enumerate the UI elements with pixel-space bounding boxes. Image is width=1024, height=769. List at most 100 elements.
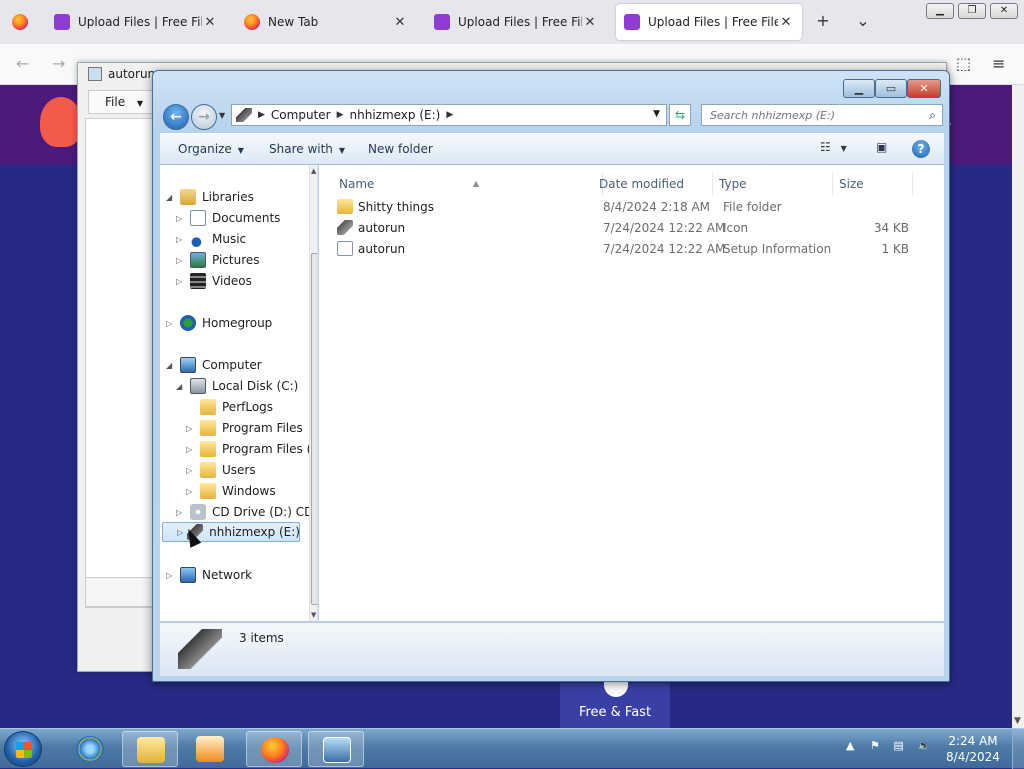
- collapsed-triangle-icon[interactable]: ▷: [186, 487, 196, 496]
- list-tabs-button[interactable]: ⌄: [852, 10, 874, 32]
- refresh-button[interactable]: ⇆: [669, 104, 691, 126]
- forward-arrow-icon[interactable]: →: [52, 54, 65, 73]
- back-button[interactable]: ←: [163, 104, 189, 130]
- chevron-right-icon[interactable]: ▶: [337, 110, 344, 120]
- help-button[interactable]: ?: [912, 140, 930, 158]
- expanded-triangle-icon[interactable]: ◢: [166, 361, 176, 370]
- dialog-filename-field[interactable]: [85, 577, 155, 607]
- upload-site-favicon-icon: [54, 14, 70, 30]
- expanded-triangle-icon[interactable]: ◢: [166, 193, 176, 202]
- file-row[interactable]: autorun 7/24/2024 12:22 AM Setup Informa…: [333, 239, 933, 259]
- preview-pane-button[interactable]: ▣: [876, 140, 887, 160]
- nav-item-music[interactable]: ▷ Music: [176, 229, 246, 249]
- action-center-flag-icon[interactable]: ⚑: [870, 739, 880, 752]
- breadcrumb-computer[interactable]: Computer: [271, 108, 331, 122]
- taskbar-firefox[interactable]: [246, 731, 302, 767]
- scroll-down-arrow-icon[interactable]: ▼: [1014, 716, 1021, 726]
- taskbar-internet-explorer[interactable]: [62, 731, 118, 767]
- collapsed-triangle-icon[interactable]: ▷: [186, 424, 196, 433]
- nav-item-pictures[interactable]: ▷ Pictures: [176, 250, 260, 270]
- close-tab-icon[interactable]: ✕: [202, 15, 218, 30]
- nav-item-documents[interactable]: ▷ Documents: [176, 208, 280, 228]
- expanded-triangle-icon[interactable]: ◢: [176, 382, 186, 391]
- close-tab-icon[interactable]: ✕: [392, 15, 408, 30]
- network-status-icon[interactable]: ▤: [893, 739, 903, 752]
- scroll-up-arrow-icon[interactable]: ▲: [311, 167, 316, 175]
- collapsed-triangle-icon[interactable]: ▷: [176, 508, 186, 517]
- nav-item-local-disk[interactable]: ◢ Local Disk (C:): [176, 376, 298, 396]
- file-date: 7/24/2024 12:22 AM: [603, 221, 726, 235]
- explorer-maximize-button[interactable]: ▭: [875, 79, 907, 98]
- nav-item-users[interactable]: ▷ Users: [186, 460, 256, 480]
- nav-item-program-files-x86[interactable]: ▷ Program Files (: [186, 439, 311, 459]
- new-folder-button[interactable]: New folder: [368, 142, 433, 156]
- scroll-down-arrow-icon[interactable]: ▼: [311, 611, 316, 619]
- address-bar[interactable]: ▶ Computer ▶ nhhizmexp (E:) ▶ ▼: [231, 104, 667, 126]
- collapsed-triangle-icon[interactable]: ▷: [166, 571, 176, 580]
- nav-item-computer[interactable]: ◢ Computer: [166, 355, 262, 375]
- nav-item-perflogs[interactable]: PerfLogs: [186, 397, 273, 417]
- page-scrollbar[interactable]: ▼: [1012, 85, 1024, 728]
- search-input[interactable]: [708, 105, 918, 125]
- close-tab-icon[interactable]: ✕: [582, 15, 598, 30]
- nav-item-network[interactable]: ▷ Network: [166, 565, 252, 585]
- collapsed-triangle-icon[interactable]: ▷: [176, 277, 186, 286]
- change-view-button[interactable]: ☷ ▼: [820, 140, 847, 160]
- recent-pages-dropdown-icon[interactable]: ▼: [219, 111, 225, 120]
- new-tab-button[interactable]: +: [812, 10, 834, 32]
- browser-tab[interactable]: New Tab ✕: [236, 4, 416, 40]
- browser-maximize-button[interactable]: ❐: [958, 3, 986, 19]
- collapsed-triangle-icon[interactable]: ▷: [166, 319, 176, 328]
- collapsed-triangle-icon[interactable]: ▷: [176, 235, 186, 244]
- extensions-icon[interactable]: ⬚: [956, 54, 971, 73]
- nav-item-cd-drive[interactable]: ▷ CD Drive (D:) CDR: [176, 502, 317, 522]
- nav-item-homegroup[interactable]: ▷ Homegroup: [166, 313, 272, 333]
- column-header-name[interactable]: Name ▲: [333, 173, 603, 195]
- hamburger-menu-icon[interactable]: ≡: [992, 54, 1005, 73]
- nav-item-program-files[interactable]: ▷ Program Files: [186, 418, 303, 438]
- forward-button[interactable]: →: [191, 104, 217, 130]
- system-clock[interactable]: 2:24 AM 8/4/2024: [940, 733, 1006, 765]
- browser-close-button[interactable]: ✕: [990, 3, 1018, 19]
- browser-minimize-button[interactable]: ▁: [926, 3, 954, 19]
- collapsed-triangle-icon[interactable]: ▷: [186, 445, 196, 454]
- browser-tab-active[interactable]: Upload Files | Free File Up ✕: [616, 4, 802, 40]
- taskbar-media-player[interactable]: [182, 731, 238, 767]
- back-arrow-icon[interactable]: ←: [16, 54, 29, 73]
- nav-pane-scrollbar[interactable]: ▲ ▼: [309, 165, 317, 621]
- share-with-button[interactable]: Share with ▼: [269, 142, 345, 156]
- nav-item-libraries[interactable]: ◢ Libraries: [166, 187, 254, 207]
- nav-item-videos[interactable]: ▷ Videos: [176, 271, 252, 291]
- chevron-right-icon[interactable]: ▶: [258, 110, 265, 120]
- collapsed-triangle-icon[interactable]: ▷: [186, 466, 196, 475]
- volume-muted-icon[interactable]: 🔈: [917, 739, 931, 752]
- search-icon[interactable]: ⌕: [929, 108, 936, 123]
- column-header-size[interactable]: Size: [833, 173, 913, 195]
- address-dropdown-icon[interactable]: ▼: [653, 109, 660, 119]
- taskbar-image-viewer[interactable]: [308, 731, 364, 767]
- file-row[interactable]: Shitty things 8/4/2024 2:18 AM File fold…: [333, 197, 933, 217]
- close-tab-icon[interactable]: ✕: [778, 15, 794, 30]
- show-hidden-icons-icon[interactable]: ▲: [846, 739, 854, 752]
- breadcrumb-drive[interactable]: nhhizmexp (E:): [350, 108, 441, 122]
- homegroup-icon: [180, 315, 196, 331]
- collapsed-triangle-icon[interactable]: ▷: [176, 214, 186, 223]
- file-row[interactable]: autorun 7/24/2024 12:22 AM Icon 34 KB: [333, 218, 933, 238]
- explorer-close-button[interactable]: ✕: [907, 79, 941, 98]
- taskbar-windows-explorer[interactable]: [122, 731, 178, 767]
- site-logo-icon[interactable]: [40, 97, 82, 147]
- organize-button[interactable]: Organize ▼: [178, 142, 244, 156]
- column-header-type[interactable]: Type: [713, 173, 833, 195]
- chevron-right-icon[interactable]: ▶: [446, 110, 453, 120]
- column-header-date-modified[interactable]: Date modified: [593, 173, 713, 195]
- firefox-menu-icon[interactable]: [12, 14, 28, 30]
- start-button[interactable]: [4, 731, 42, 767]
- explorer-minimize-button[interactable]: ▁: [843, 79, 875, 98]
- scrollbar-thumb[interactable]: [311, 253, 317, 605]
- show-desktop-button[interactable]: [1012, 729, 1024, 769]
- file-menu-button[interactable]: File ▼: [88, 90, 158, 114]
- collapsed-triangle-icon[interactable]: ▷: [176, 256, 186, 265]
- browser-tab[interactable]: Upload Files | Free File Up ✕: [46, 4, 226, 40]
- nav-item-windows[interactable]: ▷ Windows: [186, 481, 276, 501]
- browser-tab[interactable]: Upload Files | Free File Up ✕: [426, 4, 606, 40]
